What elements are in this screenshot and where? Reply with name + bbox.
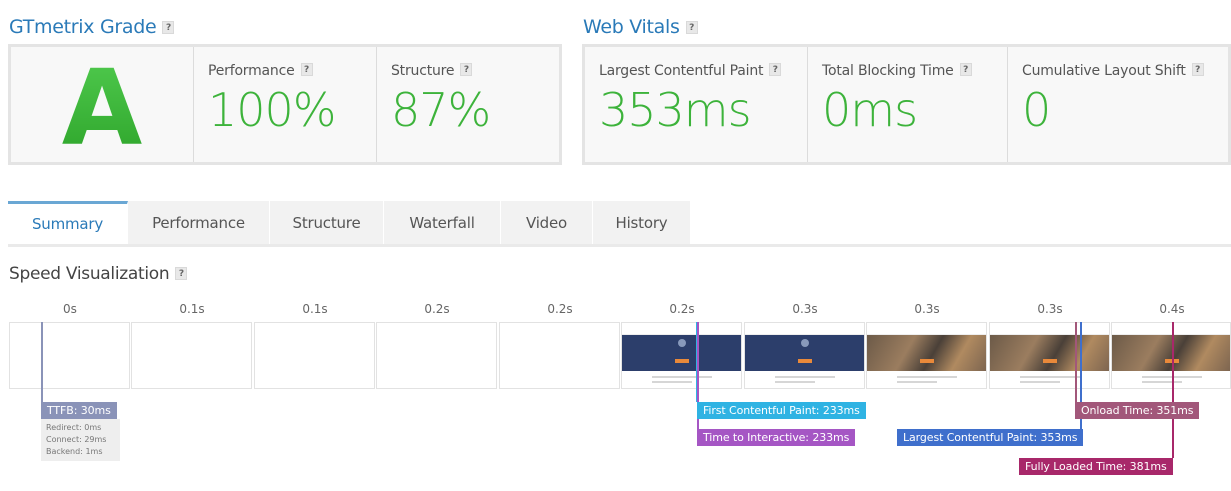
help-icon[interactable]: ? [175,267,188,280]
grade-cell: A [11,47,194,162]
lcp-tag: Largest Contentful Paint: 353ms [897,429,1084,446]
web-vitals-title-text: Web Vitals [583,16,680,38]
ttfb-details: Redirect: 0ms Connect: 29ms Backend: 1ms [41,419,120,461]
time-label: 0.3s [914,302,940,316]
help-icon[interactable]: ? [1191,63,1204,76]
tab-video[interactable]: Video [501,201,593,244]
filmstrip-frame [9,322,130,389]
help-icon[interactable]: ? [959,63,972,76]
filmstrip-frame [376,322,497,389]
filmstrip-frame [744,322,865,389]
performance-cell: Performance? 100% [194,47,377,162]
structure-label-text: Structure [391,63,455,79]
lcp-label-text: Largest Contentful Paint [599,63,764,79]
filmstrip-frame [131,322,252,389]
web-vitals-title: Web Vitals? [583,16,698,38]
ttfb-backend: Backend: 1ms [46,447,103,456]
lcp-label: Largest Contentful Paint? [599,63,807,79]
help-icon[interactable]: ? [300,63,313,76]
time-label: 0.3s [1037,302,1063,316]
report-tabs: Summary Performance Structure Waterfall … [8,201,1231,247]
help-icon[interactable]: ? [460,63,473,76]
onload-tag: Onload Time: 351ms [1075,402,1200,419]
speed-visualization-title: Speed Visualization? [9,264,188,284]
web-vitals-box: Largest Contentful Paint? 353ms Total Bl… [582,44,1231,165]
ttfb-marker-line [41,322,43,402]
cls-label: Cumulative Layout Shift? [1022,63,1228,79]
lcp-cell: Largest Contentful Paint? 353ms [585,47,808,162]
ttfb-redirect: Redirect: 0ms [46,423,102,432]
fcp-tag: First Contentful Paint: 233ms [697,402,866,419]
tab-waterfall[interactable]: Waterfall [384,201,501,244]
speed-visualization-title-text: Speed Visualization [9,264,170,284]
tab-performance[interactable]: Performance [128,201,270,244]
gtmetrix-grade-title-text: GTmetrix Grade [9,16,157,38]
help-icon[interactable]: ? [685,21,698,34]
performance-label-text: Performance [208,63,295,79]
structure-label: Structure? [391,63,559,79]
filmstrip-frame [989,322,1110,389]
performance-label: Performance? [208,63,376,79]
structure-cell: Structure? 87% [377,47,559,162]
filmstrip-frame [866,322,987,389]
time-label: 0.3s [792,302,818,316]
filmstrip-frame [621,322,742,389]
time-label: 0.2s [547,302,573,316]
ttfb-tag: TTFB: 30ms [41,402,117,419]
performance-value: 100% [208,83,337,137]
ttfb-connect: Connect: 29ms [46,435,107,444]
time-label: 0.1s [179,302,205,316]
fully-loaded-tag: Fully Loaded Time: 381ms [1019,458,1173,475]
structure-value: 87% [391,83,491,137]
tbt-label: Total Blocking Time? [822,63,1007,79]
tbt-value: 0ms [822,83,918,137]
help-icon[interactable]: ? [769,63,782,76]
time-label: 0s [63,302,77,316]
filmstrip-frame [1111,322,1231,389]
filmstrip-frame [254,322,375,389]
time-label: 0.2s [424,302,450,316]
lcp-value: 353ms [599,83,752,137]
time-label: 0.4s [1159,302,1185,316]
tti-tag: Time to Interactive: 233ms [697,429,856,446]
time-label: 0.1s [302,302,328,316]
tab-structure[interactable]: Structure [270,201,384,244]
tab-history[interactable]: History [593,201,691,244]
cls-value: 0 [1022,83,1051,137]
tbt-cell: Total Blocking Time? 0ms [808,47,1008,162]
time-label: 0.2s [669,302,695,316]
filmstrip-frame [499,322,620,389]
fully-loaded-marker-line [1172,322,1174,458]
cls-cell: Cumulative Layout Shift? 0 [1008,47,1228,162]
gtmetrix-grade-title: GTmetrix Grade? [9,16,175,38]
help-icon[interactable]: ? [162,21,175,34]
onload-marker-line [1075,322,1077,402]
tab-summary[interactable]: Summary [8,201,128,244]
cls-label-text: Cumulative Layout Shift [1022,63,1186,79]
tbt-label-text: Total Blocking Time [822,63,954,79]
grade-letter: A [61,46,143,169]
grade-box: A Performance? 100% Structure? 87% [8,44,562,165]
